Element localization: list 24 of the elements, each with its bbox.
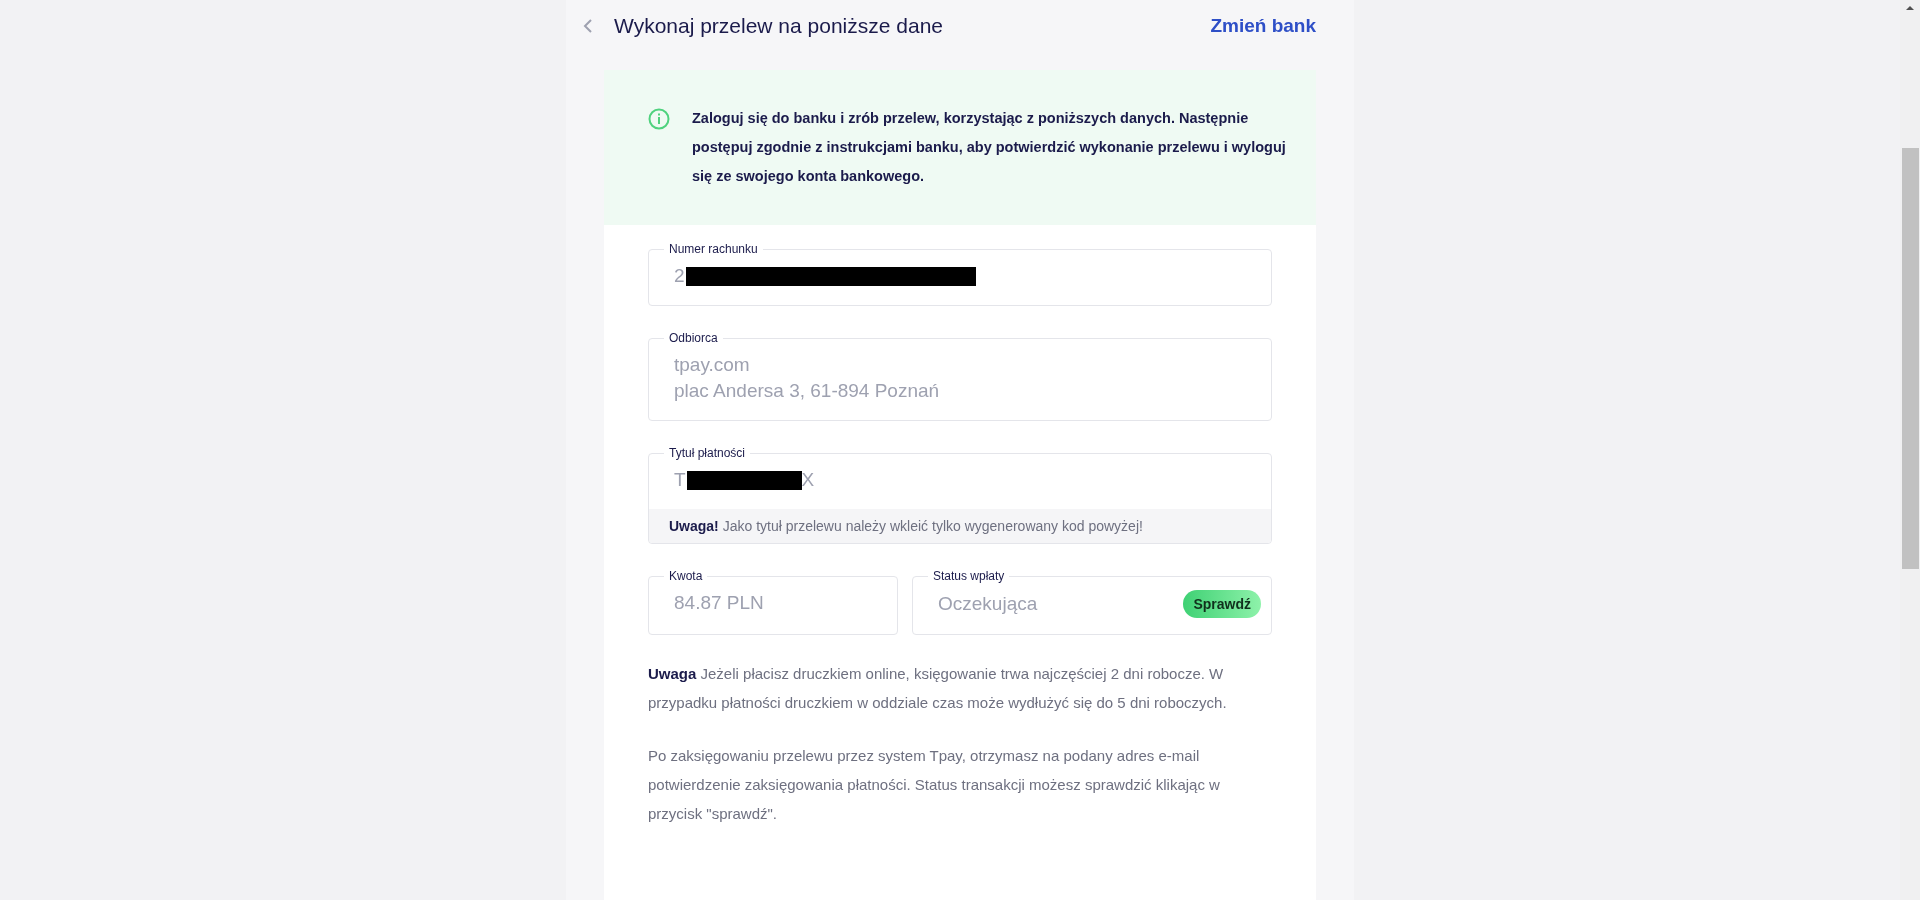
field-value: 84.87 PLN — [673, 591, 765, 615]
field-label: Numer rachunku — [668, 242, 759, 257]
page-title: Wykonaj przelew na poniższe dane — [614, 14, 944, 38]
field-label: Status wpłaty — [932, 569, 1006, 584]
field-value: 2 — [674, 264, 685, 288]
field-label: Odbiorca — [668, 331, 719, 346]
check-button[interactable]: Sprawdź — [1183, 590, 1261, 618]
text-field[interactable]: Tytuł płatności T X Uwaga! Jako tytuł przelewu należy wkleić tylko wygenerowany kod powyżej! — [648, 445, 1272, 544]
field-label: Kwota — [668, 569, 704, 584]
change-bank-link[interactable]: Zmień bank — [1210, 15, 1316, 37]
field-label: Tytuł płatności — [668, 446, 747, 461]
amount-field[interactable]: Kwota 84.87 PLN — [648, 568, 898, 635]
info-text: Zaloguj się do banku i zrób przelew, korzystając z poniższych danych. Następnie postępuj zgodnie z instrukcjami banku, aby potwierdzić wykonanie przelewu i wyloguj się ze swojego konta bankowego. — [692, 109, 1286, 186]
info-icon — [648, 108, 670, 130]
field-value: T — [674, 468, 686, 492]
text-field[interactable]: Numer rachunku 2 — [648, 241, 1272, 306]
notice-paragraph: Po zaksięgowaniu przelewu przez system Tpay, otrzymasz na podany adres e-mail potwierdzenie zaksięgowania płatności. Status transakcji możesz sprawdzić klikając w przycisk "sprawdź". — [648, 746, 1221, 824]
notice-paragraph: Uwaga Jeżeli płacisz druczkiem online, księgowanie trwa najczęściej 2 dni robocze. W przypadku płatności druczkiem w oddziale czas może wydłużyć się do 5 dni roboczych. — [648, 664, 1228, 713]
back-icon[interactable] — [582, 18, 594, 34]
field-note: Uwaga! Jako tytuł przelewu należy wkleić tylko wygenerowany kod powyżej! — [649, 509, 1271, 543]
field-value: Oczekująca — [938, 592, 1038, 616]
text-field[interactable]: Odbiorca tpay.com plac Andersa 3, 61-894 Poznań — [648, 330, 1272, 421]
field-value: X — [801, 468, 815, 492]
field-value: tpay.com plac Andersa 3, 61-894 Poznań — [673, 353, 941, 403]
